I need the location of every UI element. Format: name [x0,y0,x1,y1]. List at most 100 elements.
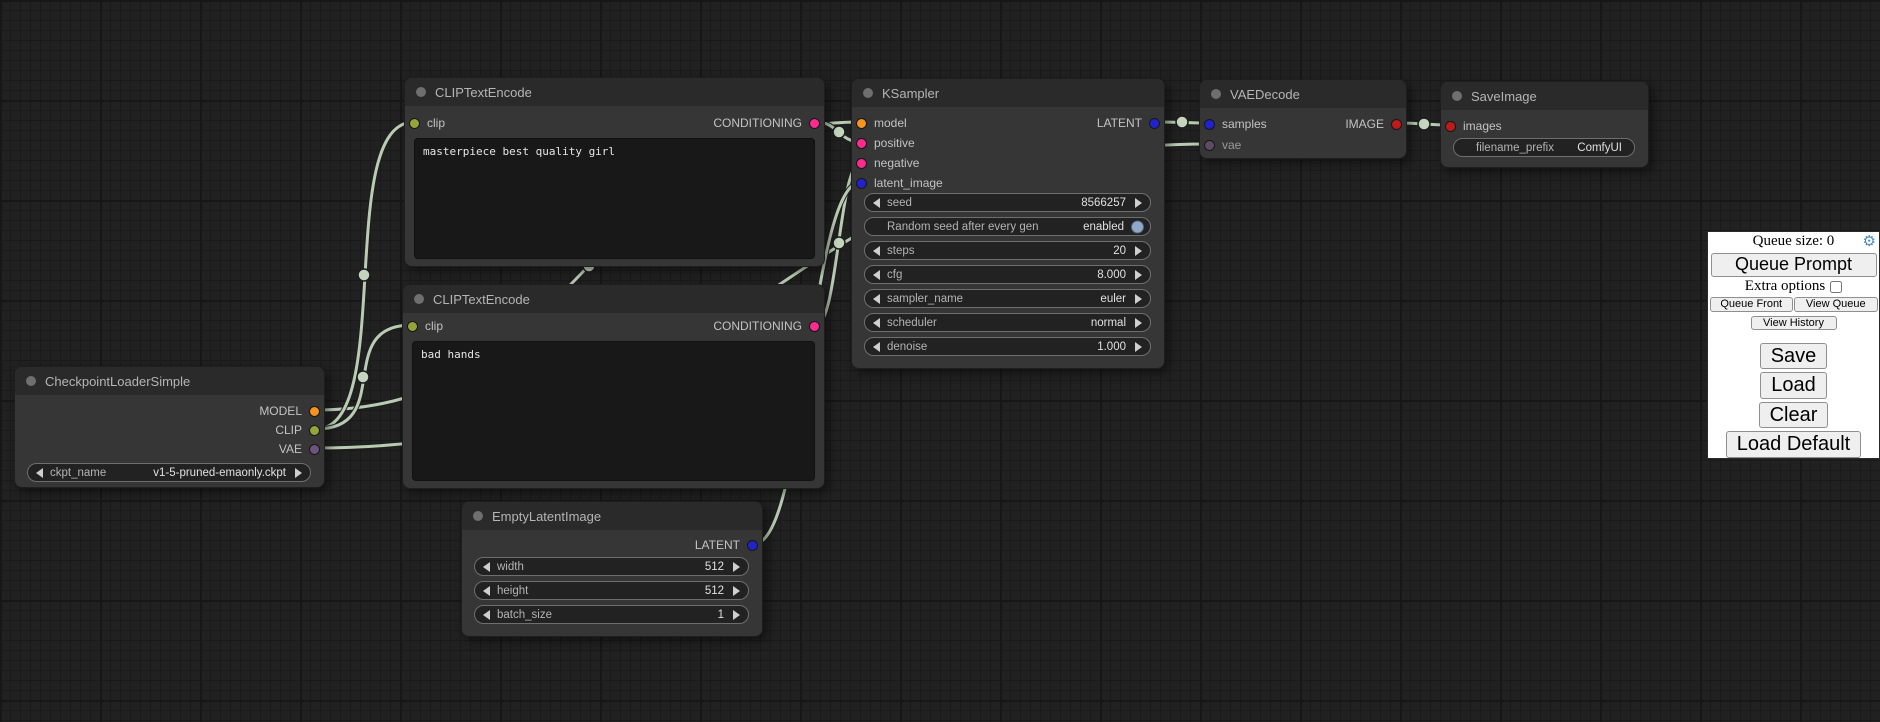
queue-front-button[interactable]: Queue Front [1710,297,1794,312]
conditioning-port-dot[interactable] [809,321,820,332]
left-arrow-icon[interactable] [873,198,880,208]
collapse-dot-icon[interactable] [473,511,483,521]
output-latent: LATENT [695,535,758,555]
extra-options-row: Extra options [1745,277,1842,296]
toggle-enabled-icon[interactable] [1131,220,1144,233]
left-arrow-icon[interactable] [873,318,880,328]
node-title: SaveImage [1471,89,1537,104]
extra-options-checkbox[interactable] [1830,281,1842,293]
right-arrow-icon[interactable] [733,562,740,572]
node-empty-latent-image: EmptyLatentImage LATENT width 512 height… [461,501,763,637]
vae-port-dot[interactable] [309,444,320,455]
output-latent: LATENT [1097,113,1160,133]
node-vae-decode: VAEDecode samples vae IMAGE [1199,79,1407,159]
clear-button[interactable]: Clear [1759,402,1829,429]
node-titlebar[interactable]: KSampler [852,79,1164,107]
widget-value: 512 [705,561,724,573]
left-arrow-icon[interactable] [36,468,43,478]
collapse-dot-icon[interactable] [1211,89,1221,99]
sampler-name-widget[interactable]: sampler_name euler [864,289,1151,308]
latent-port-dot[interactable] [747,540,758,551]
right-arrow-icon[interactable] [1135,198,1142,208]
left-arrow-icon[interactable] [873,294,880,304]
cfg-widget[interactable]: cfg 8.000 [864,265,1151,284]
image-port-dot[interactable] [1391,119,1402,130]
vae-port-dot[interactable] [1204,140,1215,151]
clip-port-dot[interactable] [409,118,420,129]
left-arrow-icon[interactable] [483,586,490,596]
seed-widget[interactable]: seed 8566257 [864,193,1151,212]
load-button[interactable]: Load [1760,372,1827,399]
node-titlebar[interactable]: EmptyLatentImage [462,502,762,530]
widget-value: 1.000 [1097,341,1126,353]
port-label: LATENT [695,538,740,552]
collapse-dot-icon[interactable] [26,376,36,386]
right-arrow-icon[interactable] [1135,270,1142,280]
port-label: model [874,116,907,130]
ckpt-name-widget[interactable]: ckpt_name v1-5-pruned-emaonly.ckpt [27,463,311,482]
widget-label: ckpt_name [50,467,106,479]
batch-size-widget[interactable]: batch_size 1 [474,605,749,624]
node-titlebar[interactable]: SaveImage [1441,82,1648,110]
node-clip-text-encode-positive: CLIPTextEncode clip CONDITIONING masterp… [404,77,825,267]
node-graph-canvas[interactable]: CheckpointLoaderSimple MODEL CLIP VAE ck… [0,0,1880,722]
filename-prefix-widget[interactable]: filename_prefix ComfyUI [1453,138,1635,157]
random-seed-toggle-widget[interactable]: Random seed after every gen enabled [864,217,1151,236]
collapse-dot-icon[interactable] [414,294,424,304]
input-samples: samples [1204,114,1267,134]
scheduler-widget[interactable]: scheduler normal [864,313,1151,332]
left-arrow-icon[interactable] [483,610,490,620]
latent-port-dot[interactable] [1204,119,1215,130]
load-default-button[interactable]: Load Default [1726,431,1861,458]
port-label: samples [1222,117,1267,131]
view-queue-button[interactable]: View Queue [1794,297,1878,312]
conditioning-port-dot[interactable] [856,158,867,169]
right-arrow-icon[interactable] [1135,294,1142,304]
model-port-dot[interactable] [856,118,867,129]
left-arrow-icon[interactable] [873,246,880,256]
left-arrow-icon[interactable] [483,562,490,572]
height-widget[interactable]: height 512 [474,581,749,600]
right-arrow-icon[interactable] [1135,318,1142,328]
queue-prompt-button[interactable]: Queue Prompt [1711,253,1877,278]
latent-port-dot[interactable] [856,178,867,189]
widget-label: sampler_name [887,293,963,305]
model-port-dot[interactable] [309,406,320,417]
prompt-textarea[interactable]: bad hands [412,341,815,481]
right-arrow-icon[interactable] [295,468,302,478]
input-clip: clip [409,113,445,133]
right-arrow-icon[interactable] [1135,342,1142,352]
node-ksampler: KSampler model positive negative latent_… [851,78,1165,369]
right-arrow-icon[interactable] [733,586,740,596]
collapse-dot-icon[interactable] [1452,91,1462,101]
collapse-dot-icon[interactable] [863,88,873,98]
queue-size-label: Queue size: 0 [1753,233,1835,250]
node-titlebar[interactable]: CheckpointLoaderSimple [15,367,324,395]
right-arrow-icon[interactable] [1135,246,1142,256]
conditioning-port-dot[interactable] [856,138,867,149]
settings-gear-icon[interactable]: ⚙ [1863,233,1876,251]
output-image: IMAGE [1345,114,1402,134]
widget-value: 512 [705,585,724,597]
prompt-textarea[interactable]: masterpiece best quality girl [414,138,815,259]
widget-label: width [497,561,524,573]
node-titlebar[interactable]: VAEDecode [1200,80,1406,108]
node-titlebar[interactable]: CLIPTextEncode [403,285,824,313]
width-widget[interactable]: width 512 [474,557,749,576]
view-history-button[interactable]: View History [1751,316,1837,330]
clip-port-dot[interactable] [309,425,320,436]
conditioning-port-dot[interactable] [809,118,820,129]
denoise-widget[interactable]: denoise 1.000 [864,337,1151,356]
image-port-dot[interactable] [1445,121,1456,132]
steps-widget[interactable]: steps 20 [864,241,1151,260]
right-arrow-icon[interactable] [733,610,740,620]
node-titlebar[interactable]: CLIPTextEncode [405,78,824,106]
widget-value: enabled [1083,221,1124,233]
left-arrow-icon[interactable] [873,342,880,352]
collapse-dot-icon[interactable] [416,87,426,97]
latent-port-dot[interactable] [1149,118,1160,129]
left-arrow-icon[interactable] [873,270,880,280]
clip-port-dot[interactable] [407,321,418,332]
save-button[interactable]: Save [1760,343,1828,370]
input-clip: clip [407,316,443,336]
